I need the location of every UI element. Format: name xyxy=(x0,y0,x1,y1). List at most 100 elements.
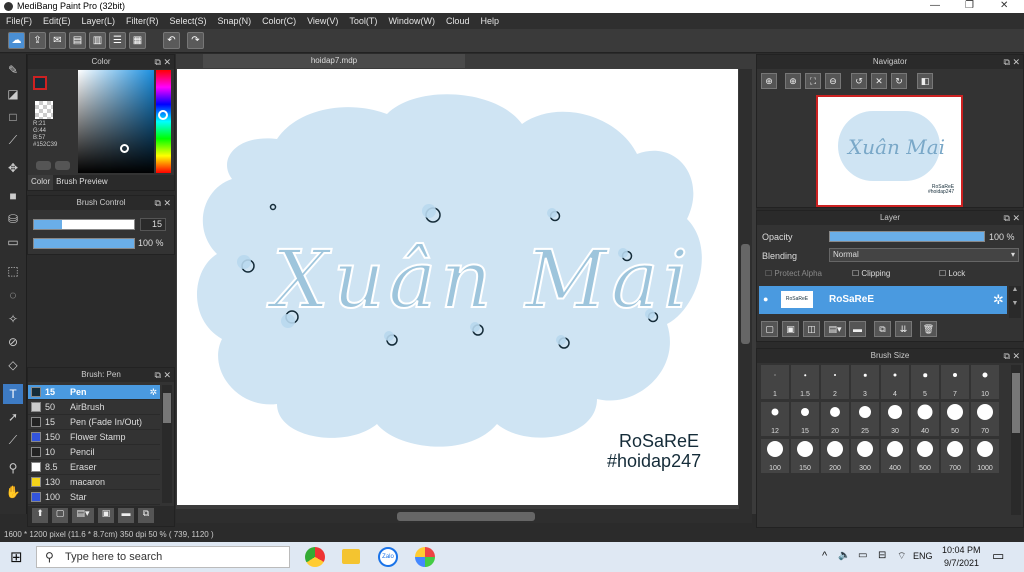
brush-size-cell[interactable]: 70 xyxy=(971,402,999,436)
scrollbar-thumb[interactable] xyxy=(163,393,171,423)
menu-cloud[interactable]: Cloud xyxy=(446,16,470,26)
minimize-button[interactable]: — xyxy=(930,0,940,11)
hue-cursor[interactable] xyxy=(158,110,168,120)
zalo-icon[interactable]: Zalo xyxy=(378,547,398,567)
brush-size-scrollbar[interactable] xyxy=(1011,365,1021,515)
message-icon[interactable]: ▤ xyxy=(69,32,86,49)
panel-close-icon[interactable]: ⧉ ✕ xyxy=(155,368,171,382)
redo-icon[interactable]: ↷ xyxy=(187,32,204,49)
clipping-checkbox[interactable]: ☐ Clipping xyxy=(852,269,890,278)
layer-row[interactable]: ● RoSaReE RoSaReE ✲ xyxy=(759,286,1007,314)
panel-close-icon[interactable]: ⧉ ✕ xyxy=(1004,211,1020,225)
menu-layer[interactable]: Layer(L) xyxy=(82,16,116,26)
panel-close-icon[interactable]: ⧉ ✕ xyxy=(1004,55,1020,69)
zoom-in-icon[interactable]: ⊕ xyxy=(761,73,777,89)
brush-size-cell[interactable]: 30 xyxy=(881,402,909,436)
brush-size-cell[interactable]: 5 xyxy=(911,365,939,399)
brush-size-cell[interactable]: 10 xyxy=(971,365,999,399)
brush-size-cell[interactable]: 300 xyxy=(851,439,879,473)
language-indicator[interactable]: ENG xyxy=(913,551,933,561)
add-halftone-layer-icon[interactable]: ▣ xyxy=(782,321,799,337)
tab-color[interactable]: Color xyxy=(28,175,54,190)
panel-close-icon[interactable]: ⧉ ✕ xyxy=(155,196,171,210)
panel-close-icon[interactable]: ⧉ ✕ xyxy=(1004,349,1020,363)
battery-icon[interactable]: ▭ xyxy=(858,550,867,561)
brush-tool-icon[interactable]: ✎ xyxy=(3,60,23,80)
saturation-value-picker[interactable] xyxy=(78,70,154,173)
brush-size-cell[interactable]: 400 xyxy=(881,439,909,473)
scrollbar-thumb[interactable] xyxy=(1012,373,1020,433)
select-tool-icon[interactable]: ⬚ xyxy=(3,261,23,281)
brush-size-cell[interactable]: 500 xyxy=(911,439,939,473)
wifi-icon[interactable]: ⌔ xyxy=(897,550,906,563)
dropper-tool-icon[interactable]: ⟋ xyxy=(3,430,23,450)
menu-window[interactable]: Window(W) xyxy=(388,16,435,26)
operation-tool-icon[interactable]: ➚ xyxy=(3,407,23,427)
folder-icon[interactable]: ▬ xyxy=(849,321,866,337)
canvas-horizontal-scrollbar[interactable] xyxy=(176,509,752,523)
v-scrollbar-thumb[interactable] xyxy=(741,244,750,344)
document-tab[interactable]: hoidap7.mdp xyxy=(203,54,465,68)
brush-settings-icon[interactable]: ▣ xyxy=(98,508,114,523)
brush-size-cell[interactable]: 150 xyxy=(791,439,819,473)
file-explorer-icon[interactable] xyxy=(342,549,360,564)
brush-item-eraser[interactable]: 8.5 Eraser xyxy=(28,460,160,475)
brush-size-cell[interactable]: 50 xyxy=(941,402,969,436)
menu-file[interactable]: File(F) xyxy=(6,16,32,26)
hue-slider[interactable] xyxy=(156,70,171,173)
brush-size-cell[interactable]: 7 xyxy=(941,365,969,399)
gradient-tool-icon[interactable]: ▭ xyxy=(3,232,23,252)
new-layer-icon[interactable]: ▢ xyxy=(761,321,778,337)
foreground-color-swatch[interactable] xyxy=(33,76,47,90)
text-tool-icon[interactable]: T xyxy=(3,384,23,404)
move-tool-icon[interactable]: ✥ xyxy=(3,158,23,178)
zoom-icon[interactable]: ⊕ xyxy=(785,73,801,89)
page-icon[interactable]: ▥ xyxy=(89,32,106,49)
menu-snap[interactable]: Snap(N) xyxy=(218,16,252,26)
cloud-icon[interactable]: ☁ xyxy=(8,32,25,49)
zoom-out-icon[interactable]: ⊖ xyxy=(825,73,841,89)
eraser-tool-icon[interactable]: ◪ xyxy=(3,84,23,104)
brush-size-cell[interactable]: 3 xyxy=(851,365,879,399)
brush-item-macaron[interactable]: 130 macaron xyxy=(28,475,160,490)
new-brush-icon[interactable]: ▢ xyxy=(52,508,68,523)
gear-icon[interactable]: ✲ xyxy=(149,387,157,398)
tray-arrow-icon[interactable]: ^ xyxy=(822,550,827,562)
notification-icon[interactable]: ▭ xyxy=(992,548,1004,564)
select-pen-icon[interactable]: ⊘ xyxy=(3,332,23,352)
menu-filter[interactable]: Filter(R) xyxy=(126,16,159,26)
brush-menu-icon[interactable]: ▤▾ xyxy=(72,508,94,523)
visibility-eye-icon[interactable]: ● xyxy=(763,294,768,304)
menu-tool[interactable]: Tool(T) xyxy=(349,16,377,26)
transparent-swatch[interactable] xyxy=(35,101,53,119)
h-scrollbar-thumb[interactable] xyxy=(397,512,535,521)
clock-time[interactable]: 10:04 PM xyxy=(942,545,981,555)
magic-wand-icon[interactable]: ✧ xyxy=(3,309,23,329)
brush-size-cell[interactable]: 1.5 xyxy=(791,365,819,399)
grid-icon[interactable]: ▦ xyxy=(129,32,146,49)
drawing-canvas[interactable]: Xuân Mai RoSaReE #hoidap247 xyxy=(177,69,738,505)
merge-layer-icon[interactable]: ⇊ xyxy=(895,321,912,337)
add-brush-icon[interactable]: ⬆ xyxy=(32,508,48,523)
tab-brush-preview[interactable]: Brush Preview xyxy=(53,175,111,190)
brush-size-value[interactable]: 15 xyxy=(140,218,166,231)
comment-icon[interactable]: ✉ xyxy=(49,32,66,49)
line-tool-icon[interactable]: ⟋ xyxy=(3,130,23,150)
panel-close-icon[interactable]: ⧉ ✕ xyxy=(155,55,171,69)
menu-view[interactable]: View(V) xyxy=(307,16,338,26)
brush-size-cell[interactable]: 200 xyxy=(821,439,849,473)
brush-size-cell[interactable]: 20 xyxy=(821,402,849,436)
brush-size-slider[interactable] xyxy=(33,219,135,230)
copy-icon[interactable]: ⧉ xyxy=(138,508,154,523)
menu-color[interactable]: Color(C) xyxy=(262,16,296,26)
menu-select[interactable]: Select(S) xyxy=(170,16,207,26)
canvas-vertical-scrollbar[interactable] xyxy=(739,69,752,515)
picker-cursor[interactable] xyxy=(120,144,129,153)
color-mode-button[interactable] xyxy=(36,161,51,170)
lock-checkbox[interactable]: ☐ Lock xyxy=(939,269,965,278)
brush-size-cell[interactable]: 4 xyxy=(881,365,909,399)
add-1bit-layer-icon[interactable]: ◫ xyxy=(803,321,820,337)
undo-icon[interactable]: ↶ xyxy=(163,32,180,49)
list-icon[interactable]: ☰ xyxy=(109,32,126,49)
share-icon[interactable]: ⇪ xyxy=(29,32,46,49)
